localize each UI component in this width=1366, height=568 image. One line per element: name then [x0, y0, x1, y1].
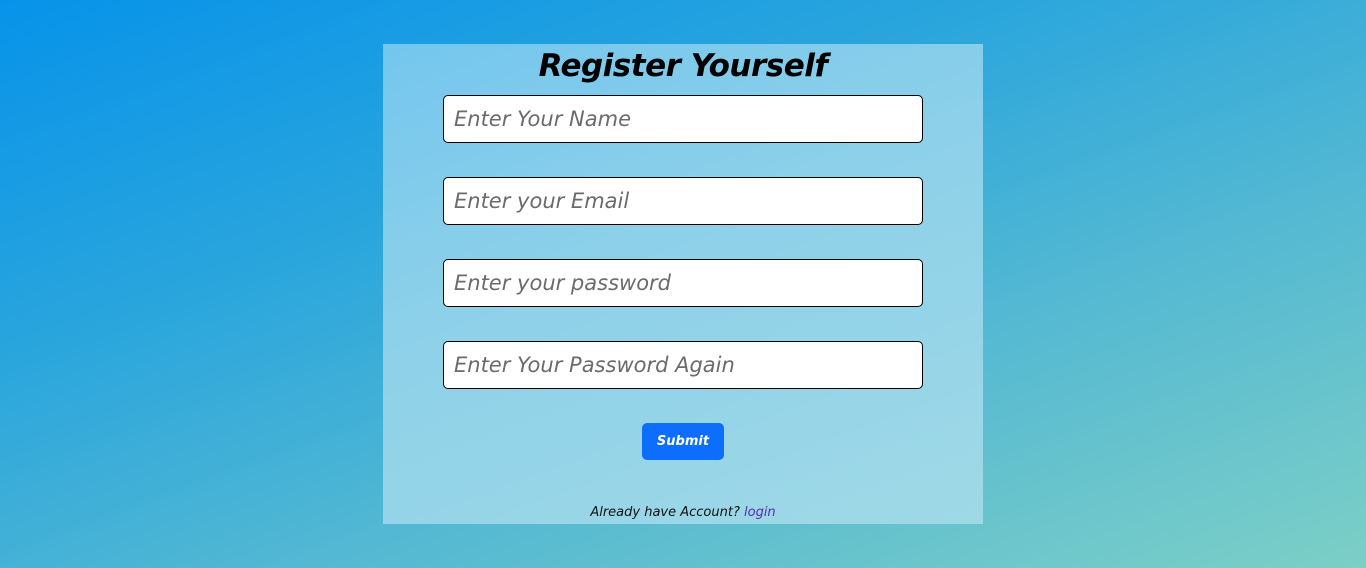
login-link[interactable]: login: [744, 505, 776, 520]
confirm-password-input[interactable]: [443, 341, 923, 389]
password-input[interactable]: [443, 259, 923, 307]
login-prompt-text: Already have Account?: [590, 505, 740, 520]
register-card: Register Yourself Submit Already have Ac…: [383, 44, 983, 524]
login-prompt: Already have Account? login: [383, 505, 983, 520]
form-title: Register Yourself: [538, 48, 828, 84]
submit-button[interactable]: Submit: [642, 423, 724, 460]
name-input[interactable]: [443, 95, 923, 143]
email-input[interactable]: [443, 177, 923, 225]
